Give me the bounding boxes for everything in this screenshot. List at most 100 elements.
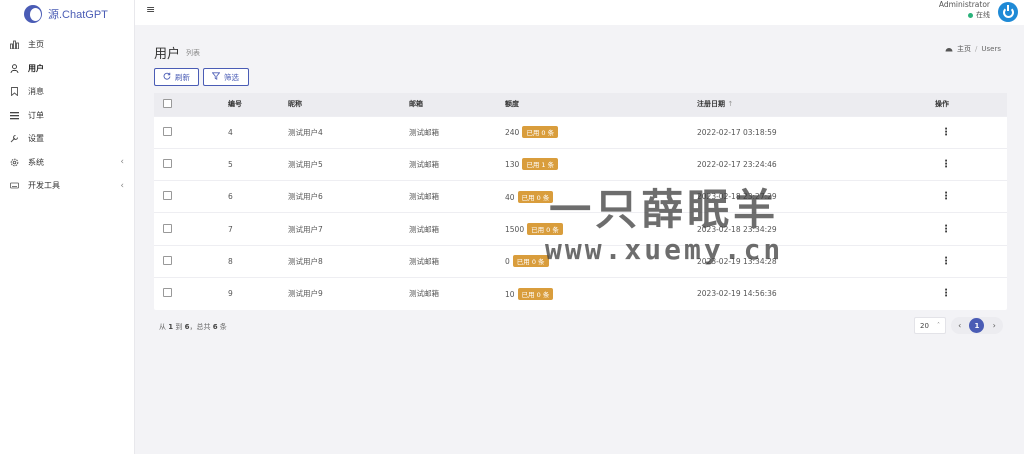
table-row: 9 测试用户9 测试邮箱 10 已用 0 条 2023-02-19 14:56:36 ⋮: [154, 277, 1007, 309]
sidebar-item-messages[interactable]: 消息: [0, 80, 134, 104]
cell-date: 2022-02-17 03:18:59: [697, 127, 777, 137]
table-row: 5 测试用户5 测试邮箱 130 已用 1 条 2022-02-17 23:24:46 ⋮: [154, 148, 1007, 180]
cell-quota: 0 已用 0 条: [505, 245, 697, 277]
more-actions-icon[interactable]: ⋮: [941, 224, 951, 235]
app-title: 源.ChatGPT: [48, 8, 108, 21]
sidebar-item-label: 用户: [28, 63, 44, 73]
sidebar-nav: 主页 用户 消息 订单 设置 系统 ‹ 开发工具 ‹: [0, 33, 134, 198]
cell-quota: 130 已用 1 条: [505, 148, 697, 180]
cell-actions: ⋮: [935, 213, 1007, 245]
next-page-icon[interactable]: ›: [993, 321, 996, 330]
row-select-cell: [154, 148, 228, 180]
row-checkbox[interactable]: [163, 158, 172, 168]
cell-actions: ⋮: [935, 148, 1007, 180]
row-checkbox[interactable]: [163, 223, 172, 233]
more-actions-icon[interactable]: ⋮: [941, 288, 951, 299]
cell-date: 2023-02-18 23:34:29: [697, 224, 777, 234]
breadcrumb-home[interactable]: 主页: [957, 44, 971, 54]
column-header-date[interactable]: 注册日期 ↑: [697, 93, 935, 116]
row-checkbox[interactable]: [163, 191, 172, 201]
more-actions-icon[interactable]: ⋮: [941, 191, 951, 202]
wrench-icon: [10, 134, 19, 143]
quota-value: 40: [505, 192, 515, 202]
menu-toggle-icon[interactable]: ≡: [146, 3, 155, 16]
quota-value: 1500: [505, 225, 525, 235]
power-icon: [1002, 4, 1014, 18]
column-header-nickname[interactable]: 昵称: [288, 93, 409, 116]
sidebar-item-orders[interactable]: 订单: [0, 104, 134, 128]
current-page-button[interactable]: 1: [969, 318, 985, 333]
avatar[interactable]: [998, 2, 1018, 22]
cell-email: 测试邮箱: [409, 127, 439, 137]
pagination: ‹ 1 ›: [951, 317, 1003, 334]
keyboard-icon: [10, 181, 19, 190]
chevron-left-icon: ‹: [120, 180, 124, 191]
cell-quota: 240 已用 0 条: [505, 116, 697, 148]
prev-page-icon[interactable]: ‹: [958, 321, 961, 330]
cell-email: 测试邮箱: [409, 224, 439, 234]
sort-arrow-icon[interactable]: ↑: [727, 100, 733, 108]
breadcrumb-separator: /: [975, 45, 978, 53]
cell-nickname: 测试用户4: [288, 127, 323, 137]
more-actions-icon[interactable]: ⋮: [941, 256, 951, 267]
quota-value: 240: [505, 128, 520, 138]
pagination-total-prefix: ，总共: [189, 323, 211, 331]
sidebar-item-label: 订单: [28, 110, 44, 120]
user-info[interactable]: Administrator 在线: [939, 0, 990, 20]
row-select-cell: [154, 245, 228, 277]
cell-actions: ⋮: [935, 277, 1007, 309]
row-checkbox[interactable]: [163, 288, 172, 298]
top-bar: ≡ Administrator 在线: [135, 0, 1024, 25]
cell-email: 测试邮箱: [409, 192, 439, 202]
row-checkbox[interactable]: [163, 126, 172, 136]
row-select-cell: [154, 181, 228, 213]
app-logo[interactable]: 源.ChatGPT: [0, 0, 134, 27]
table-row: 7 测试用户7 测试邮箱 1500 已用 0 条 2023-02-18 23:34:29 ⋮: [154, 212, 1007, 245]
cell-id: 4: [228, 127, 233, 137]
row-select-cell: [154, 213, 228, 245]
filter-button[interactable]: 筛选: [203, 68, 249, 86]
breadcrumb: 主页 / Users: [945, 44, 1001, 54]
select-all-checkbox[interactable]: [163, 98, 172, 108]
page-size-value: 20: [920, 321, 929, 330]
user-icon: [10, 64, 19, 73]
pagination-total: 6: [212, 323, 218, 331]
row-select-cell: [154, 277, 228, 309]
column-header-quota[interactable]: 额度: [505, 93, 697, 116]
cell-date: 2023-02-19 13:34:28: [697, 256, 777, 266]
logo-mark-icon: [24, 4, 42, 23]
column-header-email[interactable]: 邮箱: [409, 93, 505, 116]
page-size-select[interactable]: 20 ˄: [914, 317, 946, 334]
table-row: 6 测试用户6 测试邮箱 40 已用 0 条 2023-02-18 23:27:29 ⋮: [154, 180, 1007, 213]
users-table-card: 编号 昵称 邮箱 额度 注册日期 ↑ 操作 4 测试用户4 测试邮箱 240 已用 0 …: [154, 93, 1007, 310]
used-badge: 已用 0 条: [517, 190, 554, 203]
used-badge: 已用 0 条: [527, 223, 563, 236]
sidebar-item-label: 消息: [28, 87, 44, 97]
cell-actions: ⋮: [935, 245, 1007, 277]
cell-id: 7: [228, 224, 233, 234]
cell-email: 测试邮箱: [409, 289, 439, 299]
cell-nickname: 测试用户5: [288, 159, 323, 169]
sidebar-item-dev-tools[interactable]: 开发工具 ‹: [0, 174, 134, 198]
row-checkbox[interactable]: [163, 255, 172, 265]
more-actions-icon[interactable]: ⋮: [941, 127, 951, 138]
column-header-id[interactable]: 编号: [228, 93, 288, 116]
cell-quota: 1500 已用 0 条: [505, 213, 697, 245]
quota-value: 10: [505, 289, 515, 299]
sidebar-item-label: 主页: [28, 40, 44, 50]
table-row: 4 测试用户4 测试邮箱 240 已用 0 条 2022-02-17 03:18:59 ⋮: [154, 116, 1007, 148]
sidebar-item-users[interactable]: 用户: [0, 57, 134, 81]
table-header-row: 编号 昵称 邮箱 额度 注册日期 ↑ 操作: [154, 93, 1007, 116]
select-all-cell: [154, 93, 228, 116]
more-actions-icon[interactable]: ⋮: [941, 159, 951, 170]
pagination-unit: 条: [219, 323, 227, 331]
refresh-button[interactable]: 刷新: [154, 68, 199, 86]
sidebar-item-home[interactable]: 主页: [0, 33, 134, 57]
chevron-up-icon: ˄: [937, 322, 940, 329]
bookmark-icon: [10, 87, 19, 97]
cell-id: 9: [228, 289, 233, 299]
sidebar-item-system[interactable]: 系统 ‹: [0, 151, 134, 175]
quota-value: 0: [505, 257, 510, 267]
cell-nickname: 测试用户7: [288, 224, 323, 234]
sidebar-item-settings[interactable]: 设置: [0, 127, 134, 151]
